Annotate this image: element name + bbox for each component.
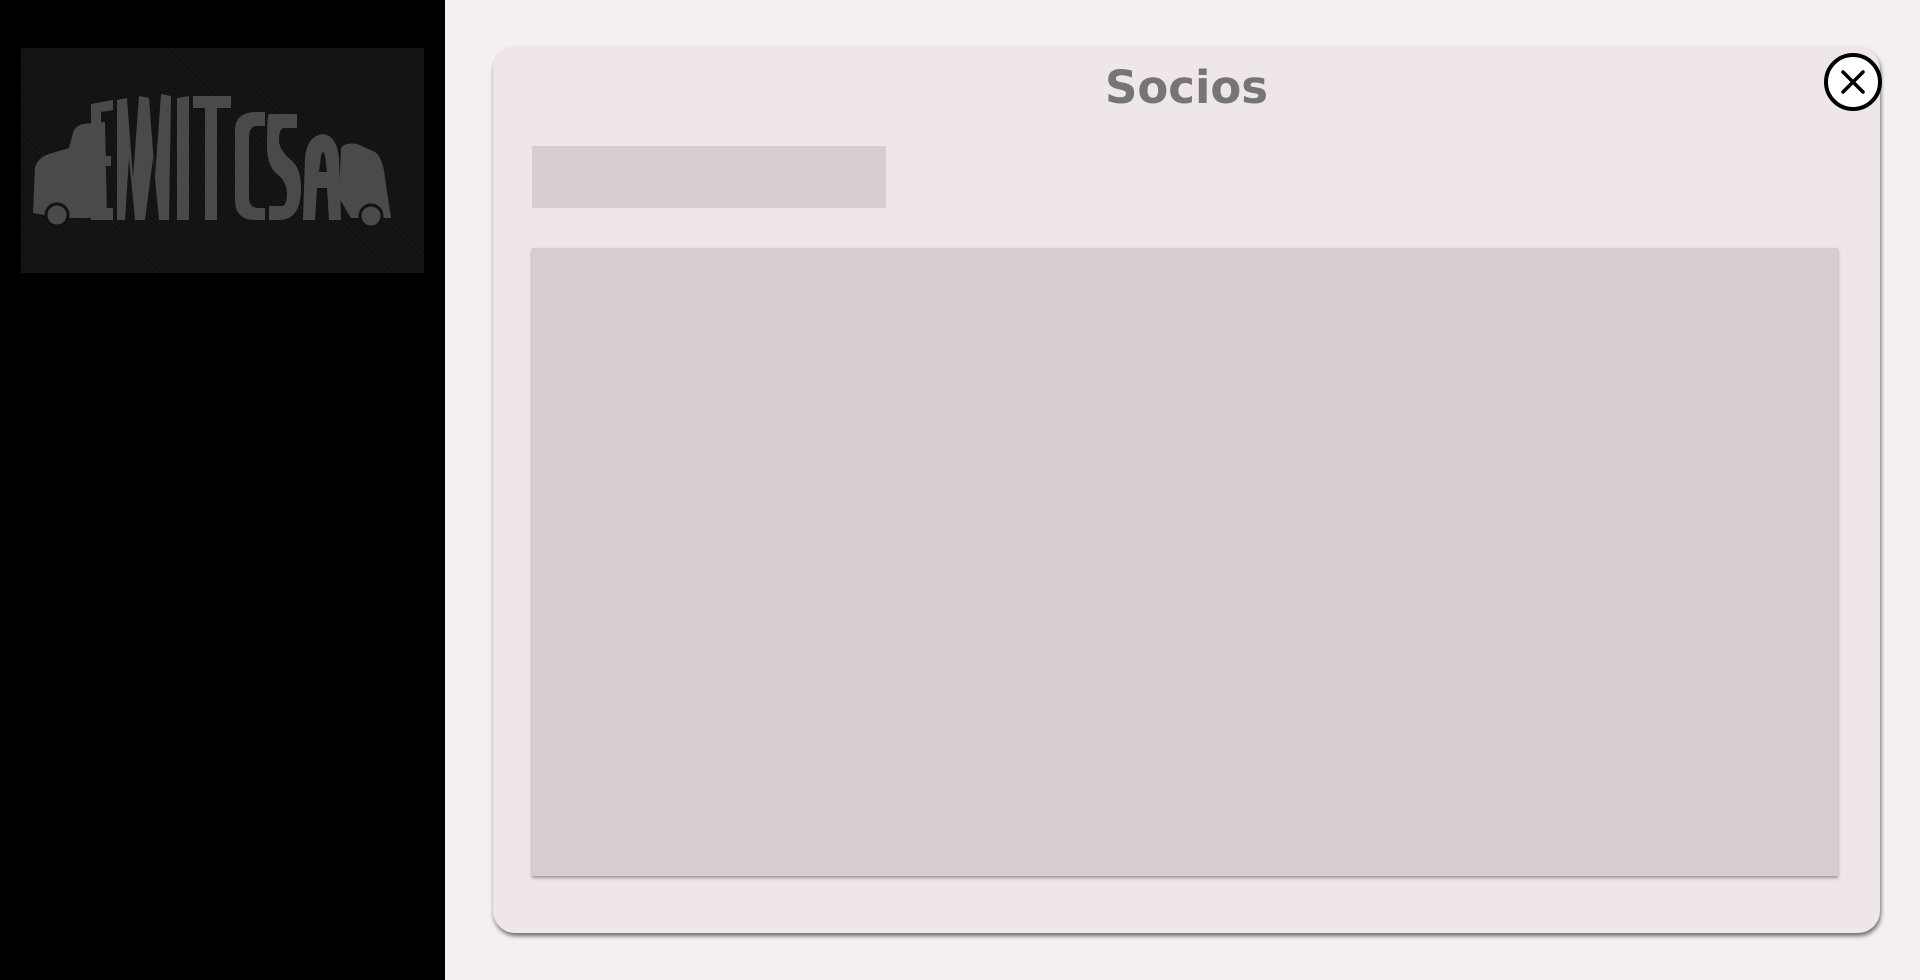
sidebar bbox=[0, 0, 445, 980]
socios-list[interactable] bbox=[532, 248, 1838, 876]
dialog-title: Socios bbox=[1104, 61, 1269, 114]
company-logo bbox=[21, 48, 424, 273]
main-area: Socios bbox=[445, 0, 1920, 980]
bus-logo-icon bbox=[33, 94, 391, 229]
close-icon bbox=[1841, 70, 1865, 94]
close-button[interactable] bbox=[1824, 53, 1882, 111]
socios-dialog: Socios bbox=[493, 47, 1882, 933]
search-input[interactable] bbox=[532, 146, 886, 208]
